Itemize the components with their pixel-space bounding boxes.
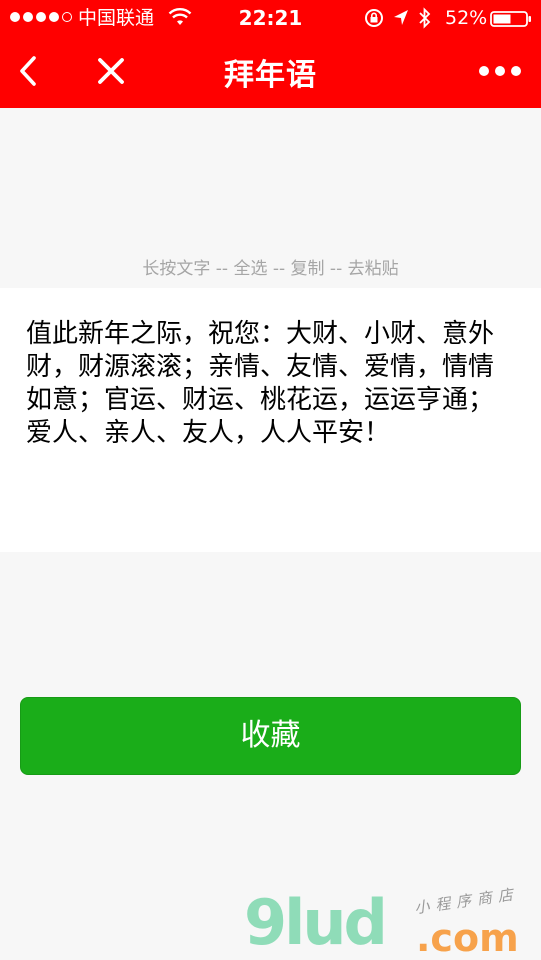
status-bar: 中国联通 22:21 52% <box>0 0 541 36</box>
battery-percent: 52% <box>445 7 488 29</box>
watermark-domain: .com <box>416 916 519 960</box>
rotation-lock-icon <box>365 9 383 27</box>
copy-hint: 长按文字 -- 全选 -- 复制 -- 去粘贴 <box>142 259 399 279</box>
watermark-logo: 9lud .com 小程序商店 <box>244 885 541 960</box>
watermark-logo-text: 9lud <box>244 886 388 959</box>
more-button[interactable] <box>478 58 522 84</box>
greeting-text[interactable]: 值此新年之际，祝您：大财、小财、意外财，财源滚滚；亲情、友情、爱情，情情如意；官… <box>26 318 515 450</box>
bluetooth-icon <box>419 7 431 29</box>
navigation-bar: 拜年语 <box>0 36 541 108</box>
more-dots-icon <box>479 66 521 76</box>
app-window: 中国联通 22:21 52% 拜年语 长按文字 -- 全选 -- 复制 -- 去… <box>0 0 541 960</box>
location-arrow-icon <box>394 10 408 25</box>
header: 中国联通 22:21 52% 拜年语 <box>0 0 541 108</box>
favorite-button[interactable]: 收藏 <box>20 697 521 775</box>
battery-icon <box>490 11 531 27</box>
page-title: 拜年语 <box>224 58 317 93</box>
watermark-tagline: 小程序商店 <box>413 884 520 918</box>
greeting-card: 值此新年之际，祝您：大财、小财、意外财，财源滚滚；亲情、友情、爱情，情情如意；官… <box>0 288 541 552</box>
